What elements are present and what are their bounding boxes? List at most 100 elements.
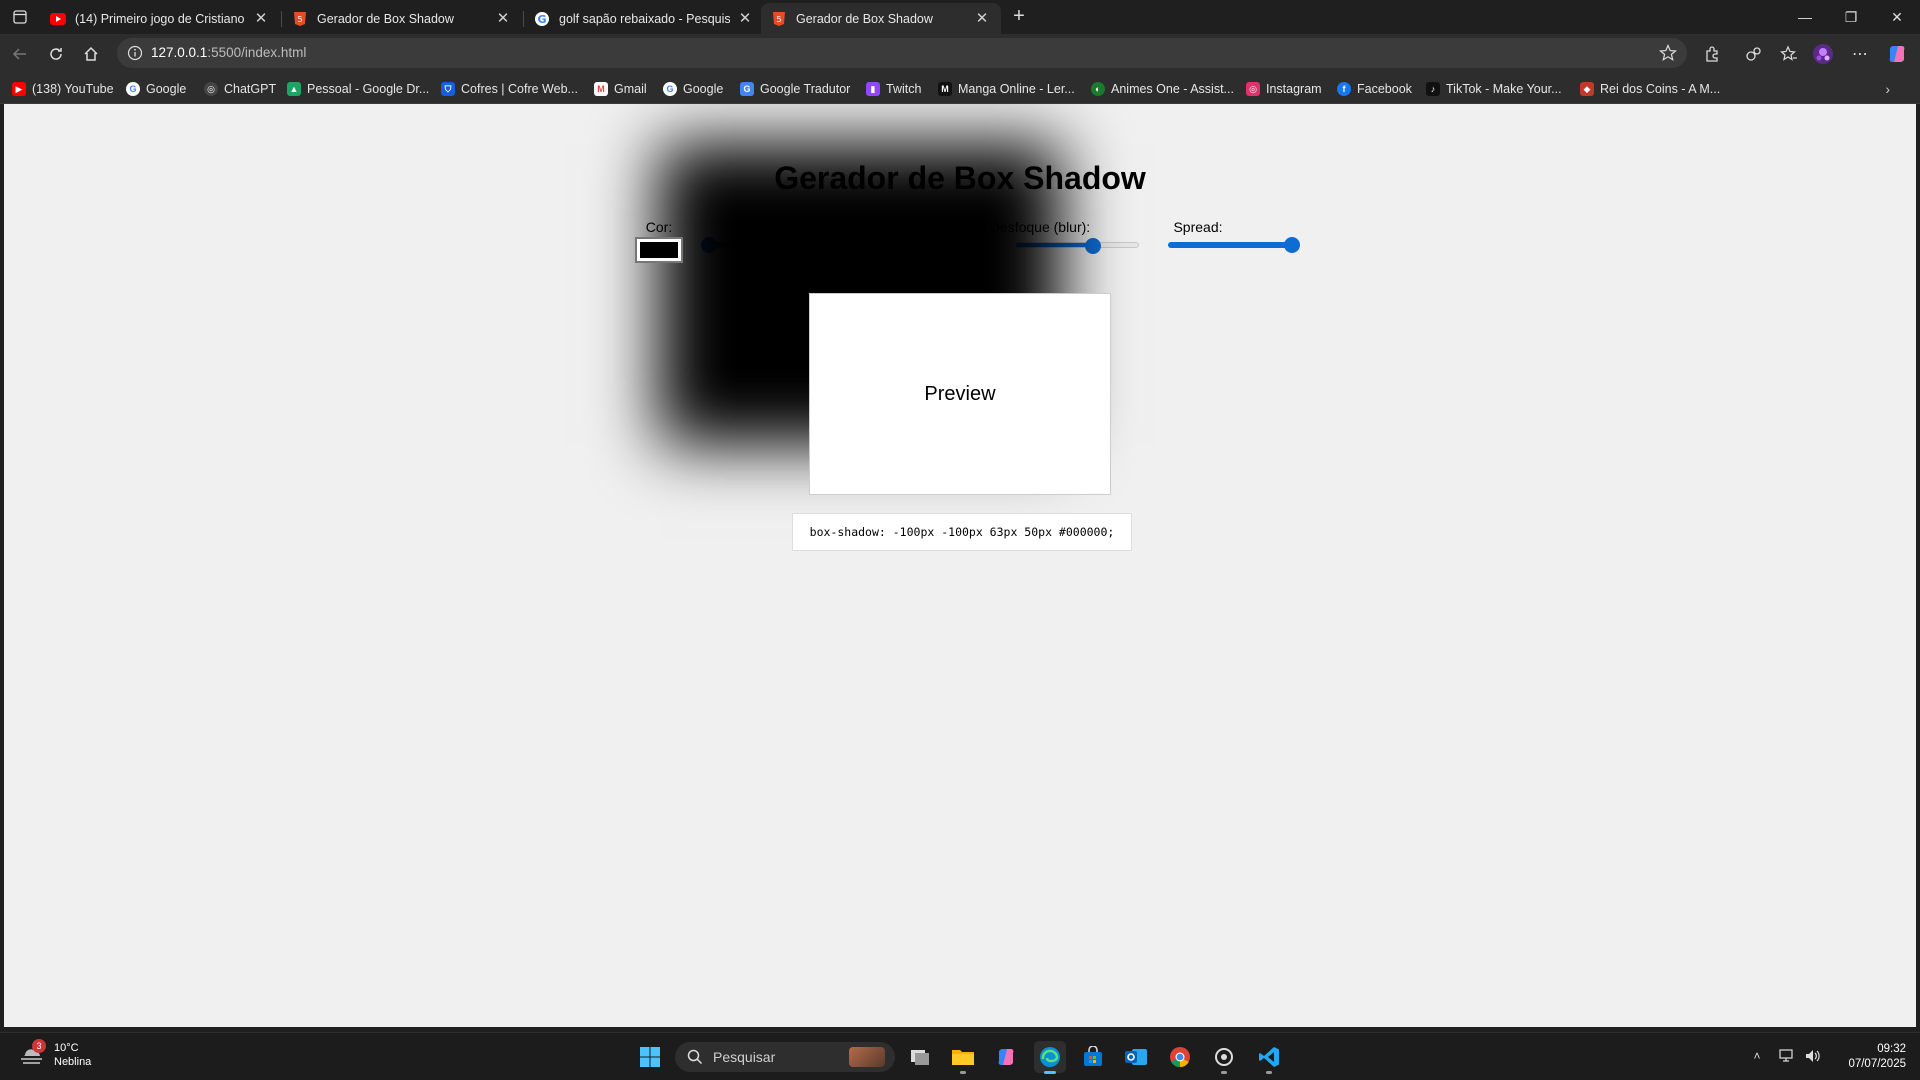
chrome-button[interactable] — [1164, 1041, 1196, 1073]
chatgpt-button[interactable] — [1208, 1041, 1240, 1074]
spread-slider[interactable] — [1168, 237, 1300, 253]
site-info-icon[interactable] — [127, 45, 143, 61]
manga-icon: M — [938, 82, 952, 96]
system-clock[interactable]: 09:32 07/07/2025 — [1848, 1042, 1906, 1072]
task-view-button[interactable] — [904, 1041, 936, 1073]
close-window-icon[interactable]: ✕ — [1874, 0, 1920, 34]
bookmark-gmail[interactable]: M Gmail — [594, 80, 647, 98]
bookmark-google-translate[interactable]: G Google Tradutor — [740, 80, 850, 98]
restore-icon[interactable]: ❐ — [1828, 0, 1874, 34]
bookmark-bitwarden[interactable]: ⛉ Cofres | Cofre Web... — [441, 80, 578, 98]
bookmark-tiktok[interactable]: ♪ TikTok - Make Your... — [1426, 80, 1562, 98]
extensions-icon[interactable] — [1701, 43, 1723, 65]
close-tab-icon[interactable]: ✕ — [252, 10, 270, 28]
copilot-button[interactable] — [990, 1041, 1022, 1073]
minimize-icon[interactable]: — — [1782, 0, 1828, 34]
color-label: Cor: — [645, 219, 673, 235]
tab-box-shadow-active[interactable]: 5 Gerador de Box Shadow ✕ — [761, 3, 1001, 34]
chrome-icon — [1170, 1047, 1190, 1068]
bookmark-manga-online[interactable]: M Manga Online - Ler... — [938, 80, 1075, 98]
tab-title: Gerador de Box Shadow — [796, 11, 933, 26]
youtube-icon — [50, 11, 66, 27]
instagram-icon: ◎ — [1246, 82, 1260, 96]
browser-toolbar: 127.0.0.1:5500/index.html ⋯ — [0, 34, 1920, 74]
bookmark-chatgpt[interactable]: ◎ ChatGPT — [204, 80, 276, 98]
offset-x-slider[interactable] — [701, 237, 833, 253]
tab-google-search[interactable]: G golf sapão rebaixado - Pesquisa G ✕ — [524, 3, 764, 34]
outlook-button[interactable] — [1120, 1041, 1152, 1073]
home-icon[interactable] — [77, 40, 105, 68]
bookmark-rei-dos-coins[interactable]: ◆ Rei dos Coins - A M... — [1580, 80, 1720, 98]
bookmark-animes-one[interactable]: ◐ Animes One - Assist... — [1091, 80, 1234, 98]
css-output: box-shadow: -100px -100px 63px 50px #000… — [792, 513, 1132, 551]
bookmark-youtube[interactable]: ▶ (138) YouTube — [12, 80, 114, 98]
offset-y-slider[interactable] — [854, 237, 986, 253]
bookmark-label: (138) YouTube — [32, 82, 114, 96]
clock-date: 07/07/2025 — [1848, 1058, 1906, 1070]
bookmark-google[interactable]: G Google — [126, 80, 186, 98]
anime-icon: ◐ — [1091, 82, 1105, 96]
url-path: :5500/index.html — [207, 45, 307, 60]
weather-widget[interactable]: 3 10°C Neblina — [18, 1039, 92, 1069]
folder-icon — [952, 1050, 974, 1065]
outlook-icon — [1125, 1049, 1147, 1065]
html5-icon: 5 — [771, 11, 787, 27]
close-tab-icon[interactable]: ✕ — [736, 10, 754, 28]
bookmark-label: Gmail — [614, 82, 647, 96]
back-icon[interactable] — [6, 40, 34, 68]
file-explorer-button[interactable] — [947, 1041, 979, 1074]
task-view-icon — [911, 1050, 929, 1065]
weather-desc: Neblina — [54, 1056, 92, 1068]
favorites-icon[interactable] — [1778, 43, 1800, 65]
clock-time: 09:32 — [1877, 1043, 1906, 1055]
page-viewport: Gerador de Box Shadow Cor: Desfoque (blu… — [4, 104, 1916, 1027]
vscode-icon — [1259, 1047, 1279, 1067]
preview-label: Preview — [924, 382, 996, 405]
shield-icon: ⛉ — [441, 82, 455, 96]
slider-thumb[interactable] — [1284, 237, 1300, 253]
volume-icon[interactable] — [1802, 1045, 1824, 1067]
start-button[interactable] — [634, 1041, 666, 1073]
tab-box-shadow-1[interactable]: 5 Gerador de Box Shadow ✕ — [282, 3, 522, 34]
notification-badge: 3 — [32, 1039, 46, 1053]
color-picker[interactable] — [635, 237, 683, 263]
copilot-icon[interactable] — [1886, 43, 1908, 65]
favorite-star-icon[interactable] — [1658, 43, 1678, 62]
bookmark-google-2[interactable]: G Google — [663, 80, 723, 98]
twitch-icon: ▮ — [866, 82, 880, 96]
url-text: 127.0.0.1:5500/index.html — [151, 45, 306, 60]
google-icon: G — [663, 82, 677, 96]
windows-icon — [640, 1047, 660, 1067]
bookmark-label: Pessoal - Google Dr... — [307, 82, 430, 96]
chevron-up-icon[interactable]: ˄ — [1746, 1045, 1768, 1067]
bookmark-instagram[interactable]: ◎ Instagram — [1246, 80, 1322, 98]
address-bar[interactable]: 127.0.0.1:5500/index.html — [117, 38, 1687, 68]
close-tab-icon[interactable]: ✕ — [494, 10, 512, 28]
page-title: Gerador de Box Shadow — [774, 160, 1146, 196]
bookmark-facebook[interactable]: f Facebook — [1337, 80, 1412, 98]
chevron-right-icon[interactable]: › — [1885, 81, 1890, 97]
svg-text:G: G — [537, 13, 546, 26]
tab-actions-icon[interactable] — [8, 6, 32, 28]
new-tab-button[interactable]: + — [1007, 5, 1031, 29]
profile-avatar-icon[interactable] — [1812, 43, 1834, 65]
slider-thumb[interactable] — [854, 237, 870, 253]
tab-youtube[interactable]: (14) Primeiro jogo de Cristiano Ro ✕ — [40, 3, 280, 34]
vscode-button[interactable] — [1253, 1041, 1285, 1074]
more-options-icon[interactable]: ⋯ — [1849, 43, 1871, 65]
bookmark-google-drive[interactable]: ▲ Pessoal - Google Dr... — [287, 80, 429, 98]
reload-icon[interactable] — [42, 40, 70, 68]
network-icon[interactable] — [1776, 1045, 1798, 1067]
bookmark-label: Animes One - Assist... — [1111, 82, 1234, 96]
bookmark-twitch[interactable]: ▮ Twitch — [866, 80, 921, 98]
taskbar-search[interactable]: Pesquisar — [675, 1042, 895, 1072]
edge-button[interactable] — [1034, 1041, 1066, 1074]
store-button[interactable] — [1077, 1041, 1109, 1073]
bookmark-label: Google Tradutor — [760, 82, 851, 96]
slider-thumb[interactable] — [1084, 238, 1101, 254]
search-highlight-image — [849, 1047, 885, 1067]
blur-slider[interactable] — [1015, 238, 1139, 254]
preview-box: Preview — [809, 293, 1111, 495]
close-tab-icon[interactable]: ✕ — [973, 10, 991, 28]
performance-icon[interactable] — [1742, 43, 1764, 65]
